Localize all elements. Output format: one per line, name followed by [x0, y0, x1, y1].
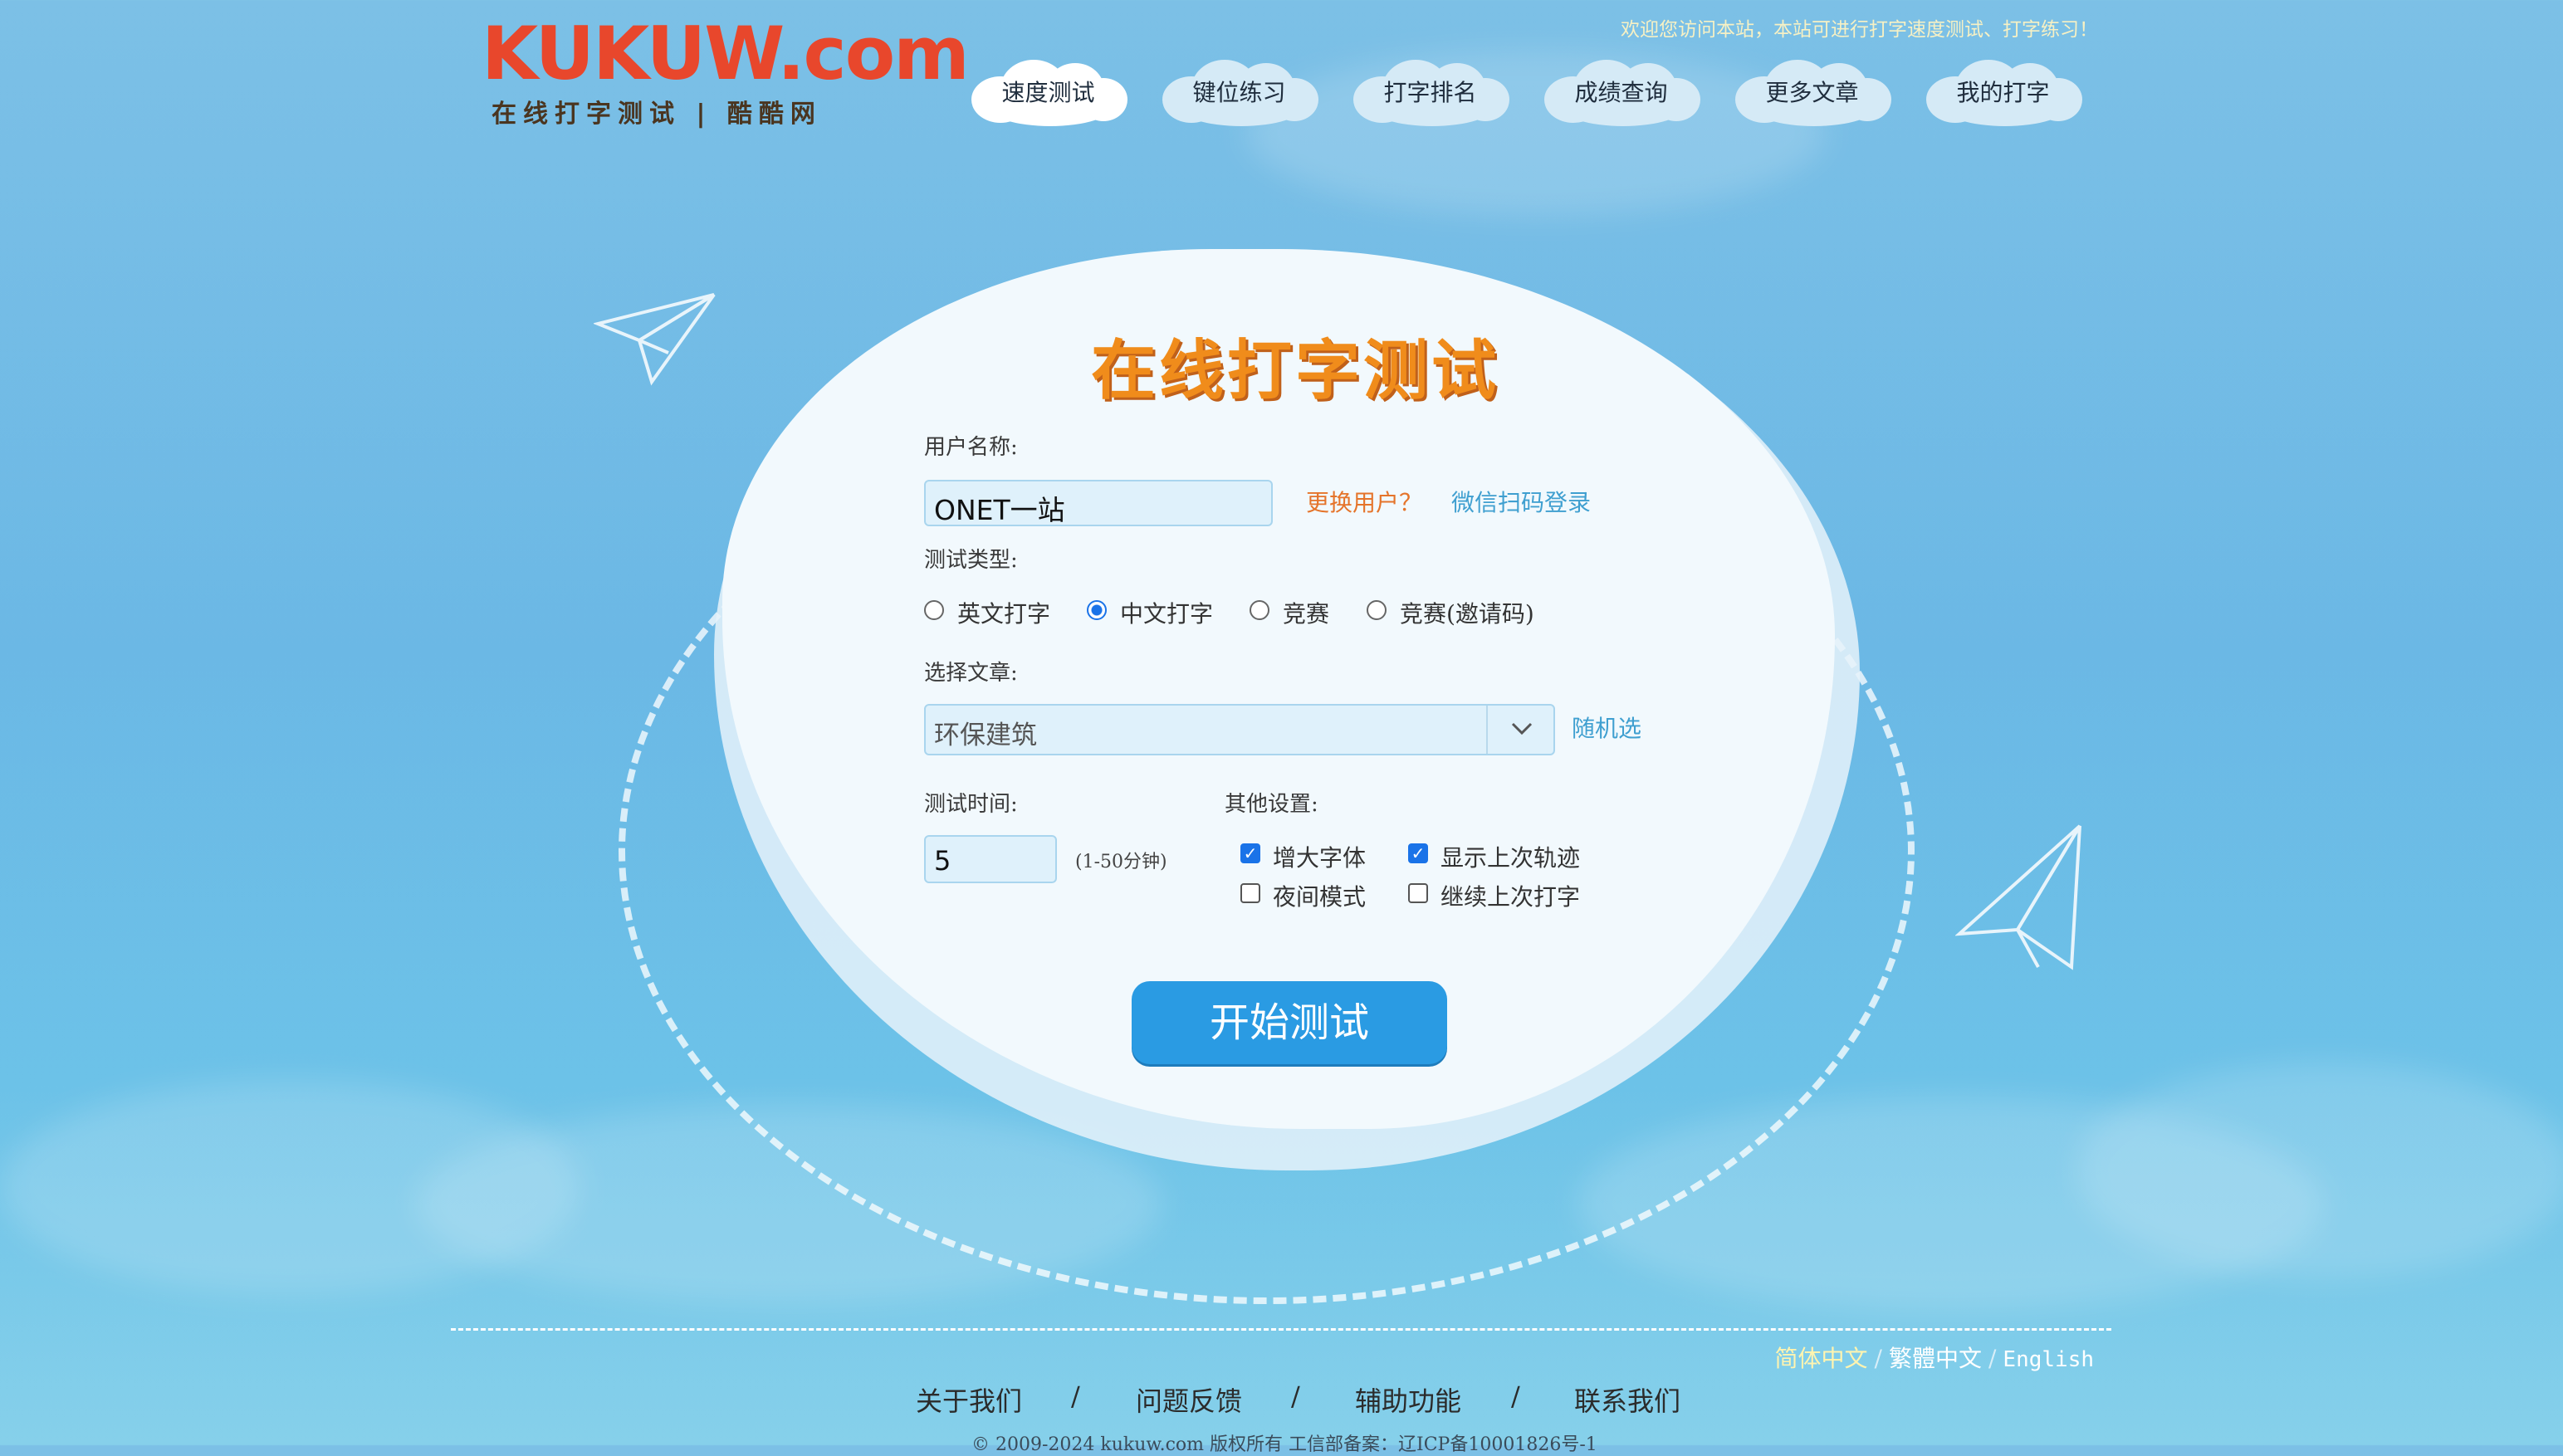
- lang-english[interactable]: English: [2003, 1347, 2094, 1372]
- radio-contest[interactable]: [1250, 600, 1269, 620]
- wechat-login-link[interactable]: 微信扫码登录: [1451, 485, 1591, 518]
- radio-label: 竞赛: [1283, 600, 1330, 628]
- test-type-label: 测试类型:: [924, 548, 1018, 573]
- nav-label: 我的打字: [1956, 79, 2050, 106]
- welcome-message: 欢迎您访问本站，本站可进行打字速度测试、打字练习！: [1621, 19, 2098, 41]
- lang-separator: /: [1874, 1345, 1882, 1372]
- username-label: 用户名称:: [924, 435, 1018, 460]
- main-nav: 速度测试 键位练习 打字排名 成绩查询 更多文章 我的打字: [963, 53, 2092, 128]
- radio-contest-invite[interactable]: [1367, 600, 1387, 620]
- lang-simplified[interactable]: 简体中文: [1775, 1345, 1868, 1372]
- nav-label: 速度测试: [1001, 79, 1095, 106]
- radio-label: 英文打字: [957, 600, 1051, 628]
- language-switcher: 简体中文 / 繁體中文 / English: [1775, 1341, 2094, 1374]
- chevron-down-icon[interactable]: [1486, 706, 1556, 754]
- nav-item-score-query[interactable]: 成绩查询: [1536, 53, 1706, 128]
- checkbox-enlarge-font[interactable]: ✓: [1240, 843, 1260, 863]
- logo-subtitle: 在线打字测试 | 酷酷网: [492, 100, 822, 129]
- random-pick-link[interactable]: 随机选: [1572, 711, 1641, 744]
- test-time-label: 测试时间:: [924, 792, 1018, 817]
- paper-plane-icon: [594, 293, 716, 386]
- nav-item-more-articles[interactable]: 更多文章: [1727, 53, 1897, 128]
- footer-separator: /: [1511, 1380, 1520, 1412]
- article-select[interactable]: 环保建筑: [924, 704, 1555, 755]
- nav-label: 打字排名: [1383, 79, 1477, 106]
- nav-label: 更多文章: [1765, 79, 1859, 106]
- footer-link-contact[interactable]: 联系我们: [1574, 1380, 1680, 1419]
- page-title: 在线打字测试: [1090, 334, 1499, 408]
- change-user-link[interactable]: 更换用户？: [1306, 485, 1422, 518]
- checkbox-label: 夜间模式: [1273, 883, 1367, 911]
- checkbox-label: 继续上次打字: [1440, 883, 1581, 911]
- nav-item-key-practice[interactable]: 键位练习: [1154, 53, 1324, 128]
- checkbox-label: 增大字体: [1273, 844, 1367, 872]
- checkbox-show-last-track[interactable]: ✓: [1408, 843, 1428, 863]
- radio-english[interactable]: [924, 600, 944, 620]
- radio-chinese[interactable]: [1087, 600, 1107, 620]
- footer-link-feedback[interactable]: 问题反馈: [1136, 1380, 1242, 1419]
- footer-separator: /: [1291, 1380, 1300, 1412]
- test-time-input[interactable]: 5: [924, 835, 1057, 883]
- test-time-hint: (1-50分钟): [1075, 852, 1167, 872]
- copyright: © 2009-2024 kukuw.com 版权所有 工信部备案：辽ICP备10…: [971, 1434, 1597, 1455]
- background-cloud: [2076, 1063, 2563, 1278]
- logo-wordmark: KUKUW.com: [482, 11, 970, 96]
- other-settings-label: 其他设置:: [1225, 792, 1318, 817]
- nav-label: 键位练习: [1192, 79, 1286, 106]
- footer-link-accessibility[interactable]: 辅助功能: [1355, 1380, 1461, 1419]
- article-label: 选择文章:: [924, 661, 1018, 686]
- footer-divider: [451, 1328, 2111, 1331]
- nav-item-speed-test[interactable]: 速度测试: [963, 53, 1133, 128]
- lang-traditional[interactable]: 繁體中文: [1889, 1345, 1982, 1372]
- checkbox-label: 显示上次轨迹: [1440, 844, 1581, 872]
- username-input[interactable]: ONET一站: [924, 480, 1273, 526]
- nav-item-ranking[interactable]: 打字排名: [1345, 53, 1515, 128]
- start-test-button[interactable]: 开始测试: [1132, 981, 1447, 1064]
- nav-label: 成绩查询: [1574, 79, 1668, 106]
- site-logo[interactable]: KUKUW.com 在线打字测试 | 酷酷网: [482, 17, 970, 129]
- footer-link-about[interactable]: 关于我们: [916, 1380, 1022, 1419]
- checkbox-night-mode[interactable]: [1240, 883, 1260, 903]
- checkbox-continue-last[interactable]: [1408, 883, 1428, 903]
- paper-plane-icon: [1955, 824, 2081, 970]
- radio-label: 中文打字: [1120, 600, 1214, 628]
- nav-item-my-typing[interactable]: 我的打字: [1918, 53, 2088, 128]
- lang-separator: /: [1988, 1345, 1997, 1372]
- radio-label: 竞赛(邀请码): [1400, 600, 1534, 628]
- footer-separator: /: [1071, 1380, 1080, 1412]
